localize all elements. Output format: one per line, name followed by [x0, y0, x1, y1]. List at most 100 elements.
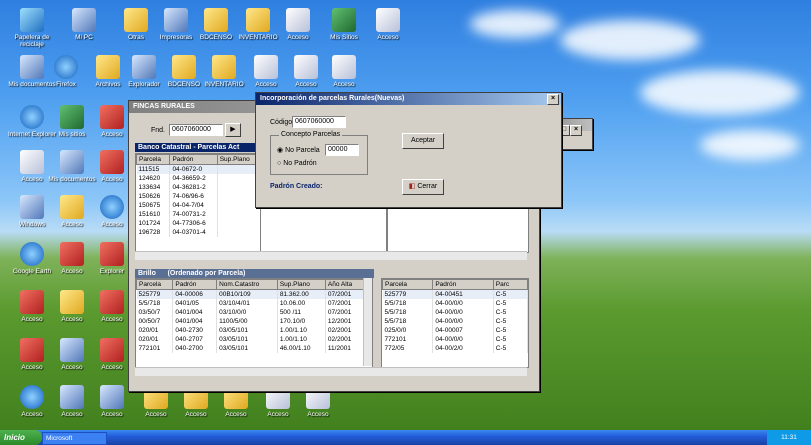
table-row[interactable]: 772/05 04-00/2/0 C-5: [382, 344, 528, 353]
table-row[interactable]: 03/50/7 0401/004 03/10/0/0 500 /11 07/2001: [136, 308, 372, 317]
table-cell: [217, 174, 261, 183]
table-cell: 0401/05: [172, 299, 218, 308]
table-cell: 04-36281-2: [169, 183, 218, 192]
taskbar-item-microsoft[interactable]: Microsoft: [42, 432, 107, 445]
bottom-vscroll[interactable]: [363, 278, 372, 366]
start-button[interactable]: Inicio: [0, 430, 42, 445]
padron-creado-label: Padrón Creado:: [270, 183, 323, 190]
column-header[interactable]: Sup.Plano: [216, 154, 261, 165]
column-header[interactable]: Parcela: [382, 279, 434, 290]
table-cell: [217, 164, 261, 174]
close-icon[interactable]: ×: [570, 125, 582, 136]
desktop-icon-8[interactable]: Acceso: [362, 8, 414, 41]
archive-icon: [246, 8, 270, 32]
table-row[interactable]: 111515 04-0672-0: [136, 164, 261, 174]
desktop-icon-1[interactable]: Mi PC: [58, 8, 110, 41]
table-row[interactable]: 151610 74-00731-2: [136, 210, 261, 219]
document-icon: [294, 55, 318, 79]
desktop-icon-6[interactable]: Acceso: [272, 8, 324, 41]
column-header[interactable]: Padrón: [172, 279, 218, 290]
table-row[interactable]: 5/5/718 04-00/0/0 C-5: [382, 317, 528, 326]
window-icon: [132, 55, 156, 79]
firefox-icon: [100, 195, 124, 219]
table-cell: 1.00/1.10: [277, 326, 326, 335]
table-cell: 03/05/101: [216, 344, 278, 353]
radio-no-parcela[interactable]: ◉ No Parcela: [277, 146, 320, 154]
table-row[interactable]: 150626 74-06/96-6: [136, 192, 261, 201]
archive-icon: [212, 55, 236, 79]
table-cell: 04-00007: [432, 326, 494, 335]
table-cell: 07/2001: [325, 299, 366, 308]
printer-icon: [164, 8, 188, 32]
table-row[interactable]: 124620 04-36659-2: [136, 174, 261, 183]
table-row[interactable]: 025/0/0 04-00007 C-5: [382, 326, 528, 335]
radio-no-padron[interactable]: ○ No Padrón: [277, 160, 317, 167]
column-header[interactable]: Parcela: [136, 279, 174, 290]
column-header[interactable]: Parc: [492, 279, 528, 290]
table-row[interactable]: 150675 04-04-7/04: [136, 201, 261, 210]
table-row[interactable]: 00/50/7 0401/004 1100/5/00 170.10/0 12/2001: [136, 317, 372, 326]
table-row[interactable]: 196728 04-03701-4: [136, 228, 261, 237]
table-cell: 04-00/2/0: [432, 344, 494, 353]
table-row[interactable]: 5/5/718 0401/05 03/10/4/01 10.06.00 07/2001: [136, 299, 372, 308]
desktop-icon-0[interactable]: Papelera de reciclaje: [6, 8, 58, 48]
table-row[interactable]: 772101 04-00/0/0 C-5: [382, 335, 528, 344]
top-hscroll[interactable]: [135, 251, 527, 260]
table-cell: 00B10/109: [216, 289, 278, 299]
table-row[interactable]: 020/01 040-2730 03/05/101 1.00/1.10 02/2001: [136, 326, 372, 335]
fnd-code-field[interactable]: 0607060000: [169, 124, 223, 136]
column-header[interactable]: Nom.Catastro: [216, 279, 278, 290]
table-row[interactable]: 101724 04-77306-6: [136, 219, 261, 228]
table-cell: 04-04-7/04: [169, 201, 218, 210]
archive-icon: [172, 55, 196, 79]
table-cell: 525779: [382, 289, 434, 299]
document-icon: [286, 8, 310, 32]
document-icon: [332, 55, 356, 79]
table-row[interactable]: 772101 040-2700 03/05/101 46.00/1.10 11/2001: [136, 344, 372, 353]
arrow-right-icon[interactable]: ▶: [225, 123, 241, 137]
dialog-close-icon[interactable]: ×: [547, 94, 559, 105]
table-cell: 04-0672-0: [169, 164, 218, 174]
table-cell: 02/2001: [325, 335, 366, 344]
table-row[interactable]: 525779 04-00006 00B10/109 81.362.00 07/2001: [136, 289, 372, 299]
table-cell: 025/0/0: [382, 326, 434, 335]
desktop-icon-17[interactable]: Acceso: [318, 55, 370, 88]
table-cell: 03/05/101: [216, 335, 278, 344]
table-row[interactable]: 5/5/718 04-00/0/0 C-5: [382, 308, 528, 317]
column-header[interactable]: Padrón: [169, 154, 218, 165]
table-cell: 02/2001: [325, 326, 366, 335]
table-row[interactable]: 525779 04-00451 C-5: [382, 289, 528, 299]
table-cell: [217, 228, 261, 237]
codigo-label: Código: [270, 119, 293, 126]
column-header[interactable]: Año Alta: [324, 279, 366, 290]
table-cell: 1.00/1.10: [277, 335, 326, 344]
table-cell: 040-2707: [172, 335, 218, 344]
bottom-hscroll[interactable]: [135, 367, 527, 376]
table-cell: 03/50/7: [136, 308, 174, 317]
column-header[interactable]: Padrón: [432, 279, 494, 290]
no-parcela-field[interactable]: 00000: [325, 144, 359, 156]
table-cell: C-5: [493, 335, 528, 344]
table-cell: 04-00/0/0: [432, 317, 494, 326]
table-cell: 04-36659-2: [169, 174, 218, 183]
table-cell: C-5: [493, 299, 528, 308]
archive-icon: [204, 8, 228, 32]
table-cell: 12/2001: [325, 317, 366, 326]
application-icon: [60, 242, 84, 266]
document-icon: [254, 55, 278, 79]
table-row[interactable]: 133634 04-36281-2: [136, 183, 261, 192]
column-header[interactable]: Sup.Plano: [276, 279, 326, 290]
table-cell: 04-00/0/0: [432, 308, 494, 317]
table-cell: [217, 201, 261, 210]
column-header[interactable]: Parcela: [136, 154, 171, 165]
table-row[interactable]: 5/5/718 04-00/0/0 C-5: [382, 299, 528, 308]
table-row[interactable]: 020/01 040-2707 03/05/101 1.00/1.10 02/2001: [136, 335, 372, 344]
table-cell: 5/5/718: [382, 317, 434, 326]
codigo-field[interactable]: 0607060000: [292, 116, 346, 128]
application-icon: [100, 150, 124, 174]
cerrar-button[interactable]: ◧ Cerrar: [402, 179, 444, 195]
aceptar-button[interactable]: Aceptar: [402, 133, 444, 149]
table-cell: 150675: [136, 201, 171, 210]
table-cell: 020/01: [136, 326, 174, 335]
table-cell: 5/5/718: [382, 308, 434, 317]
